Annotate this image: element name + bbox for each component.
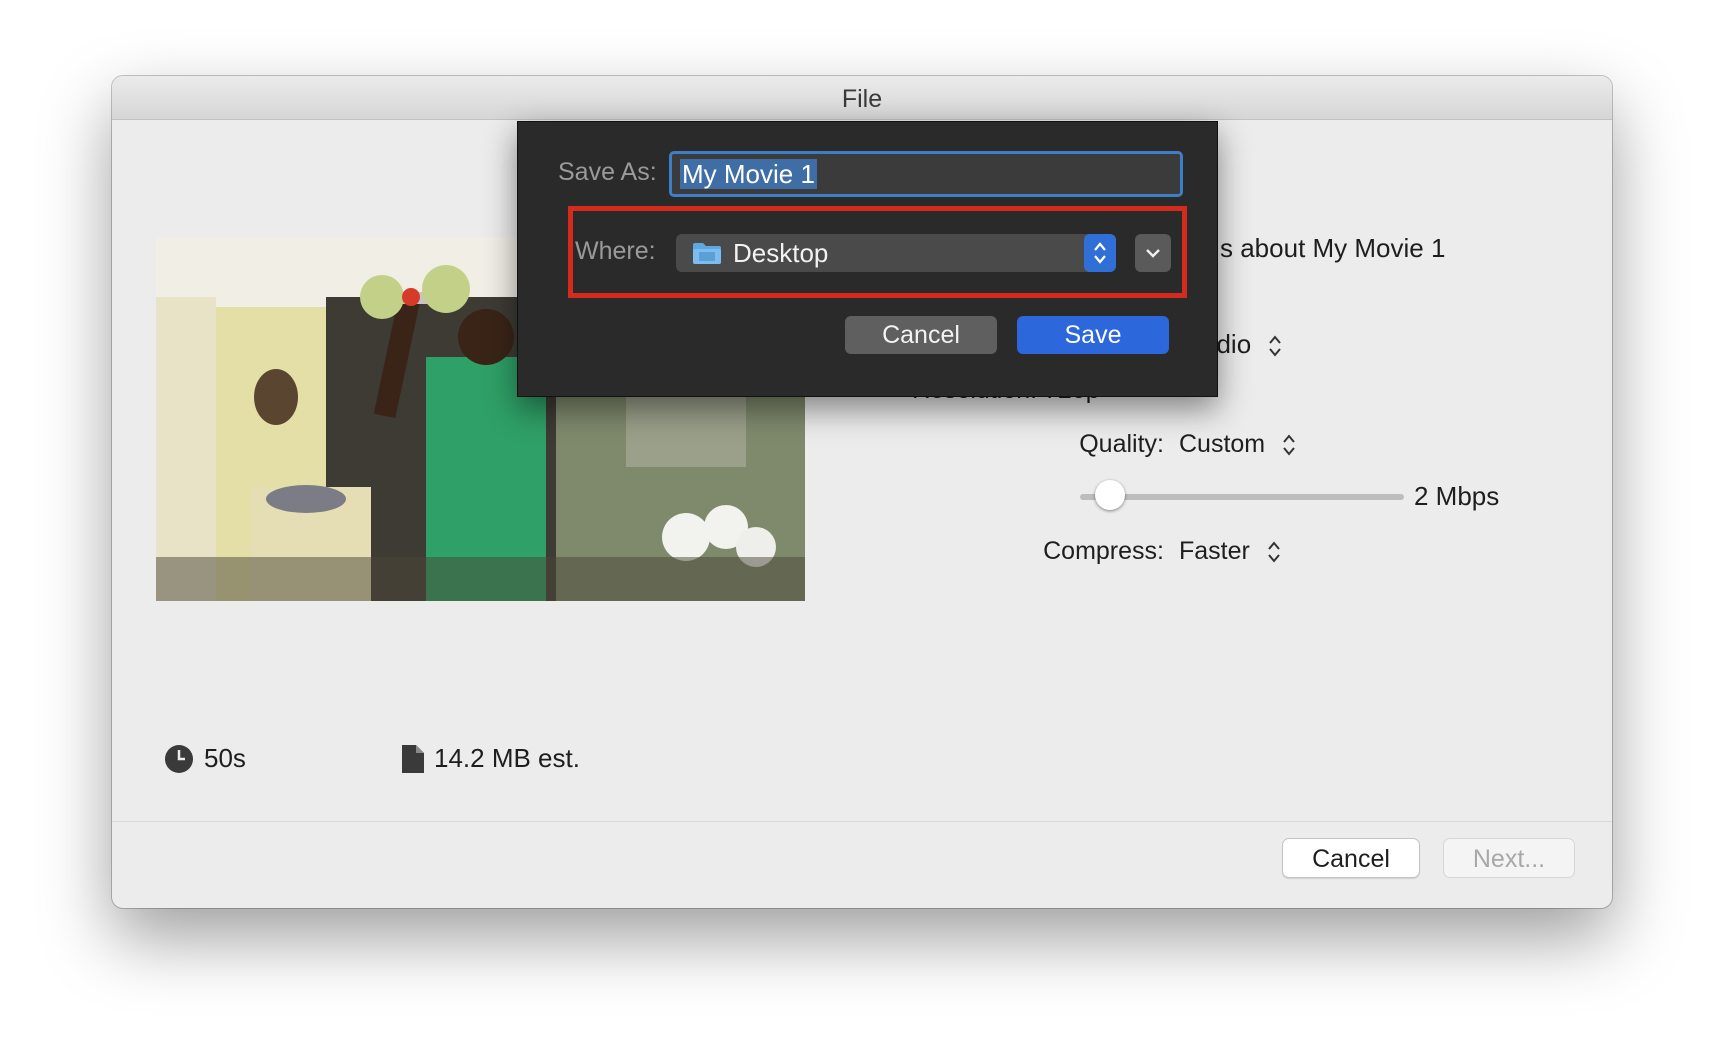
- compress-label: Compress:: [1043, 537, 1164, 565]
- document-icon: [402, 744, 424, 773]
- compress-popup[interactable]: Faster: [1179, 537, 1281, 566]
- description-text: s about My Movie 1: [1220, 233, 1446, 263]
- folder-icon: [693, 243, 721, 264]
- clock-icon: [165, 744, 193, 773]
- size-stat: 14.2 MB est.: [402, 743, 580, 774]
- size-value: 14.2 MB est.: [434, 743, 580, 773]
- sheet-cancel-button[interactable]: Cancel: [845, 316, 997, 354]
- cancel-button[interactable]: Cancel: [1282, 838, 1420, 878]
- where-popup[interactable]: Desktop: [676, 234, 1116, 272]
- bitrate-value: 2 Mbps: [1414, 481, 1500, 511]
- quality-popup[interactable]: Custom: [1179, 430, 1296, 459]
- duration-stat: 50s: [164, 743, 246, 774]
- compress-value: Faster: [1179, 537, 1250, 565]
- expand-browser-button[interactable]: [1135, 234, 1171, 272]
- stepper-icon: [1283, 434, 1295, 456]
- filename-text: My Movie 1: [680, 159, 817, 189]
- save-as-label: Save As:: [558, 158, 657, 186]
- title-bar: File: [112, 76, 1612, 120]
- bitrate-slider-track[interactable]: [1080, 494, 1404, 500]
- save-sheet: Save As: My Movie 1 Where: Desktop Cance…: [517, 121, 1218, 397]
- stepper-icon: [1268, 541, 1280, 563]
- next-button[interactable]: Next...: [1443, 838, 1575, 878]
- where-value: Desktop: [733, 238, 829, 268]
- where-label: Where:: [575, 237, 656, 265]
- quality-value: Custom: [1179, 430, 1266, 458]
- stepper-icon: [1094, 242, 1106, 264]
- duration-value: 50s: [204, 743, 246, 773]
- bitrate-slider-knob[interactable]: [1094, 480, 1125, 510]
- footer-divider: [112, 821, 1612, 822]
- filename-field[interactable]: My Movie 1: [669, 151, 1183, 197]
- chevron-down-icon: [1146, 249, 1160, 258]
- save-button[interactable]: Save: [1017, 316, 1169, 354]
- stepper-icon: [1269, 335, 1282, 357]
- quality-label: Quality:: [1079, 430, 1164, 458]
- where-stepper[interactable]: [1084, 234, 1116, 272]
- window-title: File: [841, 85, 883, 113]
